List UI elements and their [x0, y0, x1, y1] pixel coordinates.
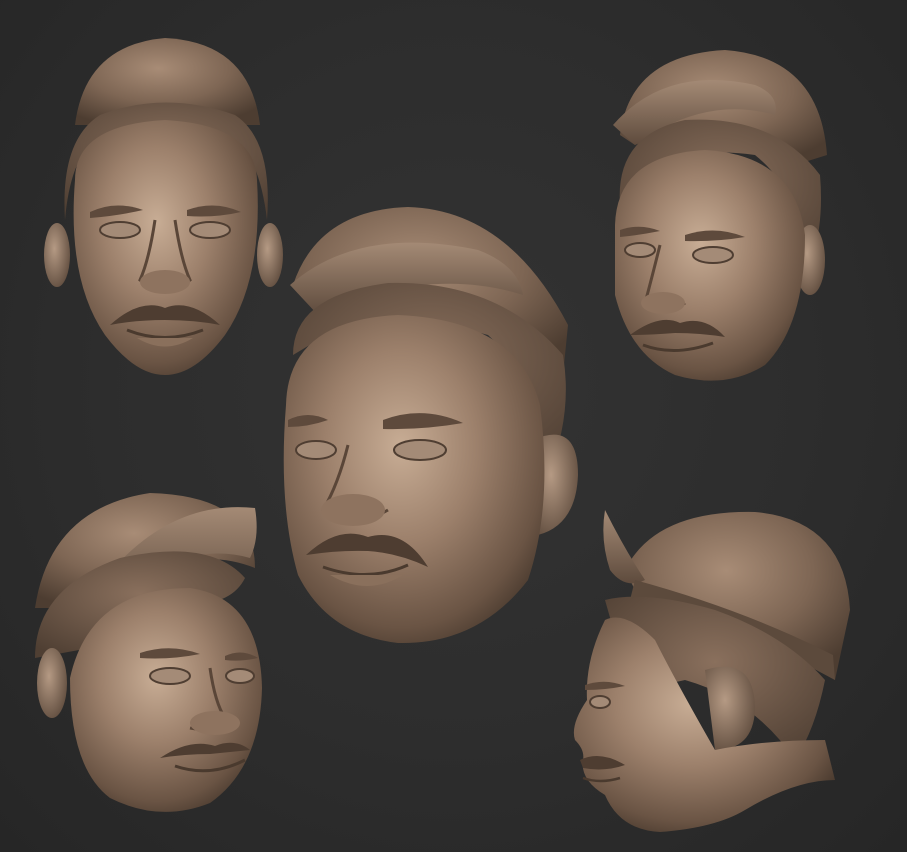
sculpt-head-three-quarter-view [605, 45, 835, 385]
sculpt-head-profile-view [565, 510, 855, 840]
sculpt-head-front-view [44, 30, 285, 380]
sculpt-head-main-view [278, 205, 588, 645]
sculpt-viewport [0, 0, 907, 852]
sculpt-head-low-angle-view [30, 488, 270, 818]
